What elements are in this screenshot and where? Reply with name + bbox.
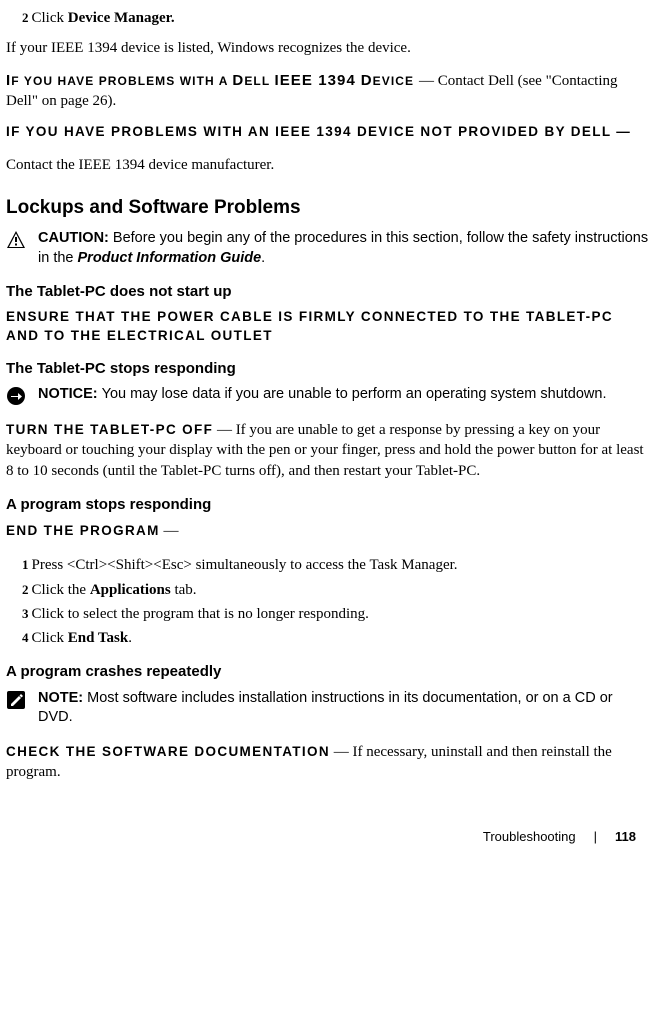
step-text: Click to select the program that is no l… xyxy=(32,606,369,622)
step-text-bold: Applications xyxy=(90,582,171,598)
caution-body-title: Product Information Guide xyxy=(78,250,262,266)
heading-stops-responding: The Tablet-PC stops responding xyxy=(6,359,650,379)
step-number: 1 xyxy=(22,557,29,572)
end-program-heading: END THE PROGRAM xyxy=(6,523,160,538)
end-program-dash: — xyxy=(160,523,179,539)
step-item: 3Click to select the program that is no … xyxy=(22,604,650,624)
end-program-heading-line: END THE PROGRAM — xyxy=(6,521,650,541)
step-text-post: tab. xyxy=(171,582,197,598)
step-text-bold: End Task xyxy=(68,630,128,646)
note-pencil-icon xyxy=(6,690,26,710)
turn-off-heading: TURN THE TABLET-PC OFF xyxy=(6,422,213,437)
caution-triangle-icon xyxy=(6,230,26,250)
step-number: 2 xyxy=(22,10,29,25)
turn-off-block: TURN THE TABLET-PC OFF — If you are unab… xyxy=(6,420,650,481)
notice-body: You may lose data if you are unable to p… xyxy=(102,386,607,402)
step-text-bold: Device Manager. xyxy=(68,10,175,26)
step-text-post: . xyxy=(128,630,132,646)
step-item: 2Click the Applications tab. xyxy=(22,580,650,600)
caution-callout: CAUTION: Before you begin any of the pro… xyxy=(6,229,650,268)
step-item: 4Click End Task. xyxy=(22,628,650,648)
notice-label: NOTICE: xyxy=(38,386,102,402)
notice-text: NOTICE: You may lose data if you are una… xyxy=(38,385,607,405)
note-label: NOTE: xyxy=(38,690,87,706)
caution-label: CAUTION: xyxy=(38,230,113,246)
step-number: 3 xyxy=(22,606,29,621)
check-doc-block: CHECK THE SOFTWARE DOCUMENTATION — If ne… xyxy=(6,742,650,783)
heading-program-stops: A program stops responding xyxy=(6,495,650,515)
heading-crashes: A program crashes repeatedly xyxy=(6,662,650,682)
notice-callout: NOTICE: You may lose data if you are una… xyxy=(6,385,650,406)
step-text: Press <Ctrl><Shift><Esc> simultaneously … xyxy=(32,557,458,573)
caution-body-post: . xyxy=(261,250,265,266)
end-program-steps: 1Press <Ctrl><Shift><Esc> simultaneously… xyxy=(22,555,650,648)
page-content: 2Click Device Manager. If your IEEE 1394… xyxy=(0,0,672,782)
step-item: 2Click Device Manager. xyxy=(22,8,650,28)
page-footer: Troubleshooting | 118 xyxy=(0,794,672,856)
body-paragraph: If your IEEE 1394 device is listed, Wind… xyxy=(6,38,650,58)
notice-circle-arrow-icon xyxy=(6,386,26,406)
heading-nostart: The Tablet-PC does not start up xyxy=(6,282,650,302)
step-number: 4 xyxy=(22,630,29,645)
ensure-heading: ENSURE THAT THE POWER CABLE IS FIRMLY CO… xyxy=(6,308,650,344)
note-body: Most software includes installation inst… xyxy=(38,690,613,726)
note-text: NOTE: Most software includes installatio… xyxy=(38,689,650,728)
check-doc-heading: CHECK THE SOFTWARE DOCUMENTATION xyxy=(6,744,330,759)
step-text-prefix: Click the xyxy=(32,582,90,598)
step-number: 2 xyxy=(22,582,29,597)
small-caps-run: IF YOU HAVE PROBLEMS WITH A DELL IEEE 13… xyxy=(6,73,419,88)
footer-page-number: 118 xyxy=(615,828,636,846)
callout-heading-dell-device: IF YOU HAVE PROBLEMS WITH A DELL IEEE 13… xyxy=(6,71,650,112)
step-text-prefix: Click xyxy=(32,10,68,26)
callout-heading-notdell: IF YOU HAVE PROBLEMS WITH AN IEEE 1394 D… xyxy=(6,123,650,141)
step-text-prefix: Click xyxy=(32,630,68,646)
body-paragraph: Contact the IEEE 1394 device manufacture… xyxy=(6,155,650,175)
step-item: 1Press <Ctrl><Shift><Esc> simultaneously… xyxy=(22,555,650,575)
note-callout: NOTE: Most software includes installatio… xyxy=(6,689,650,728)
caution-text: CAUTION: Before you begin any of the pro… xyxy=(38,229,650,268)
heading-lockups: Lockups and Software Problems xyxy=(6,195,650,221)
footer-section-title: Troubleshooting xyxy=(483,828,576,846)
footer-separator-icon: | xyxy=(594,828,597,846)
